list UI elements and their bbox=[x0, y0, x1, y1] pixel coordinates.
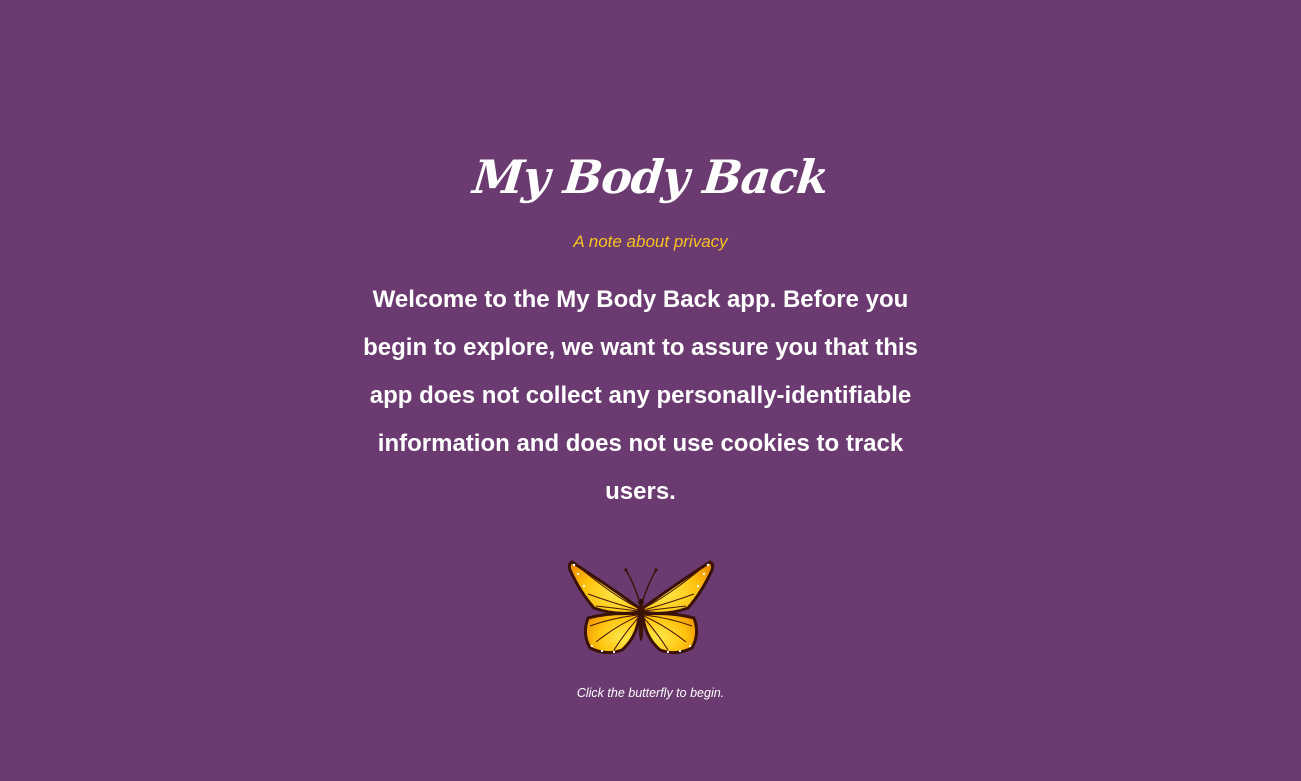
privacy-screen: My Body Back A note about privacy Welcom… bbox=[0, 0, 1301, 781]
butterfly-start-button[interactable] bbox=[566, 556, 716, 658]
app-title: My Body Back bbox=[470, 150, 831, 204]
privacy-message: Welcome to the My Body Back app. Before … bbox=[363, 286, 918, 505]
privacy-subtitle: A note about privacy bbox=[573, 232, 728, 251]
butterfly-icon bbox=[567, 560, 715, 655]
start-hint: Click the butterfly to begin. bbox=[576, 686, 725, 700]
